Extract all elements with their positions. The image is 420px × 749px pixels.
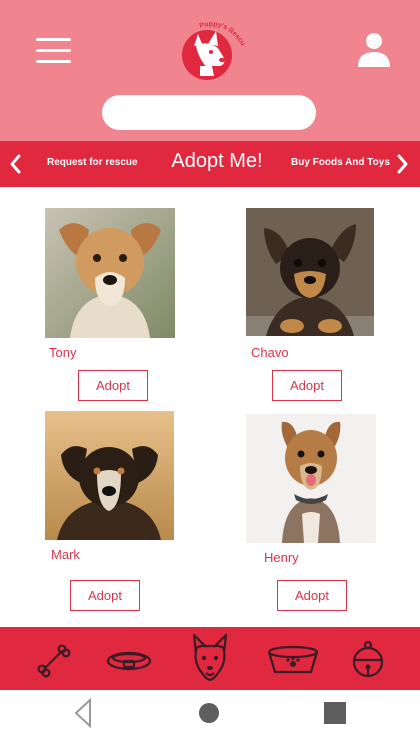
pet-name-chavo: Chavo <box>251 345 289 360</box>
app-header: Puppy's Rescue <box>0 0 420 141</box>
adopt-button-chavo[interactable]: Adopt <box>272 370 342 401</box>
home-circle-icon[interactable] <box>198 702 220 724</box>
back-triangle-icon[interactable] <box>73 698 93 728</box>
dog-face-icon[interactable] <box>190 633 230 683</box>
adopt-button-tony[interactable]: Adopt <box>78 370 148 401</box>
pet-name-mark: Mark <box>51 547 80 562</box>
app-screen: Puppy's Rescue Request for rescue Adopt … <box>0 0 420 749</box>
pet-photo-tony[interactable] <box>45 208 175 338</box>
chevron-right-icon[interactable] <box>396 153 410 175</box>
buy-foods-toys-link[interactable]: Buy Foods And Toys <box>291 157 390 168</box>
bell-icon[interactable] <box>352 641 384 679</box>
collar-icon[interactable] <box>106 649 152 673</box>
system-navigation-bar <box>0 690 420 749</box>
pet-photo-mark[interactable] <box>45 411 174 540</box>
hamburger-menu-icon[interactable] <box>36 38 71 64</box>
pet-photo-henry[interactable] <box>246 414 376 543</box>
pet-photo-chavo[interactable] <box>246 208 374 336</box>
user-icon[interactable] <box>356 30 392 68</box>
pet-name-tony: Tony <box>49 345 77 360</box>
adopt-button-mark[interactable]: Adopt <box>70 580 140 611</box>
recent-square-icon[interactable] <box>323 701 347 725</box>
puppy-rescue-logo: Puppy's Rescue <box>178 20 246 80</box>
search-input[interactable] <box>102 95 316 130</box>
pet-name-henry: Henry <box>264 550 299 565</box>
bone-icon[interactable] <box>36 643 72 679</box>
adopt-button-henry[interactable]: Adopt <box>277 580 347 611</box>
food-bowl-icon[interactable] <box>265 645 321 675</box>
section-navbar: Request for rescue Adopt Me! Buy Foods A… <box>0 141 420 187</box>
bottom-tab-bar <box>0 627 420 690</box>
